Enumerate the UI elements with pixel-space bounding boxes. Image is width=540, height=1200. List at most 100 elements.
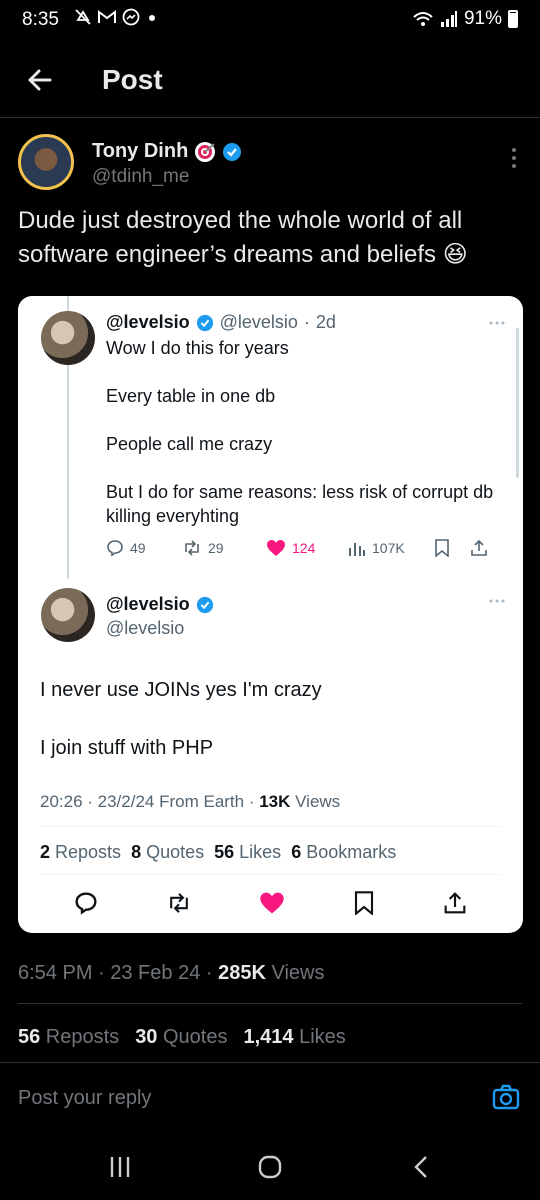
status-time: 8:35 [22,9,59,30]
reply-bubble-icon [75,892,97,915]
bookmark-icon [435,539,449,557]
home-button[interactable] [250,1153,290,1181]
quoted-main-views-count: 13K [259,792,291,811]
post-reposts-count: 56 [18,1026,41,1048]
post-quotes-stat[interactable]: 30 Quotes [135,1026,227,1049]
quotes-stat[interactable]: 8 Quotes [131,842,204,863]
page-title: Post [102,64,163,95]
avatar[interactable] [18,134,74,190]
reply-action[interactable]: 49 [106,539,182,557]
verified-badge-icon [196,596,213,613]
share-icon [444,892,466,914]
separator-dot: · [303,312,310,332]
system-nav-bar [0,1131,540,1200]
camera-button[interactable] [492,1083,520,1111]
bookmarks-label: Bookmarks [301,842,397,862]
mute-icon [75,9,91,25]
like-count: 124 [292,540,316,556]
system-back-button[interactable] [402,1153,442,1181]
camera-icon [492,1084,520,1110]
back-arrow-icon [28,69,52,91]
recent-apps-button[interactable] [100,1153,140,1181]
quoted-parent-more-button[interactable] [489,320,505,326]
quoted-main-handle[interactable]: @levelsio [106,618,184,639]
status-bar: 8:35 91% [0,0,540,40]
post-reposts-label: Reposts [40,1026,120,1048]
views-count: 107K [372,540,405,556]
reposts-count: 2 [40,842,51,862]
repost-count: 29 [208,540,224,556]
quoted-main-stats: 2 Reposts 8 Quotes 56 Likes 6 Bookmarks [40,842,396,863]
bookmark-action[interactable] [434,539,470,557]
dot-icon [149,15,155,21]
quoted-main-name-row[interactable]: @levelsio [106,594,214,615]
share-icon [471,539,487,556]
target-emoji-icon [195,141,216,162]
chevron-left-icon [414,1156,427,1178]
more-options-button[interactable] [510,146,518,170]
quoted-parent-avatar[interactable] [41,311,95,365]
messenger-icon [122,8,140,26]
repost-button[interactable] [166,892,192,914]
quoted-parent-line: But I do for same reasons: less risk of … [106,482,494,526]
likes-stat[interactable]: 56 Likes [214,842,281,863]
like-action[interactable]: 124 [266,539,348,557]
likes-label: Likes [234,842,282,862]
bookmarks-count: 6 [291,842,302,862]
quoted-main-timestamp: 20:26 · 23/2/24 From Earth · [40,792,260,811]
post-views-label: Views [265,962,325,984]
like-button[interactable] [259,891,285,915]
divider [40,826,501,827]
bookmarks-stat[interactable]: 6 Bookmarks [291,842,396,863]
quoted-main-text: I never use JOINs yes I'm crazy I join s… [40,676,500,792]
author-handle[interactable]: @tdinh_me [92,166,189,188]
reply-button[interactable] [74,891,98,915]
post-stats: 56 Reposts 30 Quotes 1,414 Likes [18,1026,346,1049]
more-horizontal-icon [489,599,505,603]
views-bars-icon [349,543,365,556]
quotes-count: 8 [131,842,142,862]
post-likes-stat[interactable]: 1,414 Likes [243,1026,345,1049]
home-icon [258,1155,282,1179]
post-text: Dude just destroyed the whole world of a… [18,207,468,268]
divider [40,874,501,875]
reply-input[interactable]: Post your reply [18,1087,151,1110]
quoted-main-more-button[interactable] [489,598,505,604]
card-scrollbar[interactable] [516,328,519,478]
heart-filled-icon [267,540,285,556]
battery-percent: 91% [463,8,502,29]
share-action[interactable] [470,539,494,557]
heart-filled-icon [260,892,285,914]
post-meta: 6:54 PM · 23 Feb 24 · 285K Views [18,962,324,985]
divider [18,1003,522,1004]
repost-icon [169,893,188,913]
quoted-main-actions [40,886,501,920]
author-name-row[interactable]: Tony Dinh [92,140,242,163]
bookmark-icon [355,891,374,915]
bookmark-button[interactable] [353,891,375,915]
reposts-stat[interactable]: 2 Reposts [40,842,121,863]
reply-bubble-icon [107,540,123,557]
quoted-main-meta: 20:26 · 23/2/24 From Earth · 13K Views [40,792,340,812]
gmail-icon [98,10,116,23]
views-action[interactable]: 107K [348,540,434,556]
quoted-parent-handle[interactable]: @levelsio [220,312,298,333]
back-button[interactable] [22,62,58,98]
quotes-label: Quotes [141,842,205,862]
repost-icon [185,540,199,556]
top-bar: Post [0,44,540,118]
quoted-main-line: I join stuff with PHP [40,737,214,759]
quoted-main-name: @levelsio [106,594,190,614]
quoted-parent-line: Wow I do this for years [106,338,289,358]
signal-icon [440,11,457,27]
quoted-parent-name[interactable]: @levelsio [106,312,190,333]
post-quotes-count: 30 [135,1026,158,1048]
quoted-parent-line: People call me crazy [106,434,273,454]
wifi-icon [413,12,433,26]
post-quotes-label: Quotes [157,1026,228,1048]
share-button[interactable] [443,891,467,915]
repost-action[interactable]: 29 [182,540,266,556]
quoted-main-avatar[interactable] [41,588,95,642]
post-reposts-stat[interactable]: 56 Reposts [18,1026,119,1049]
quoted-post-card[interactable]: @levelsio @levelsio · 2d Wow I do this f… [18,296,523,933]
